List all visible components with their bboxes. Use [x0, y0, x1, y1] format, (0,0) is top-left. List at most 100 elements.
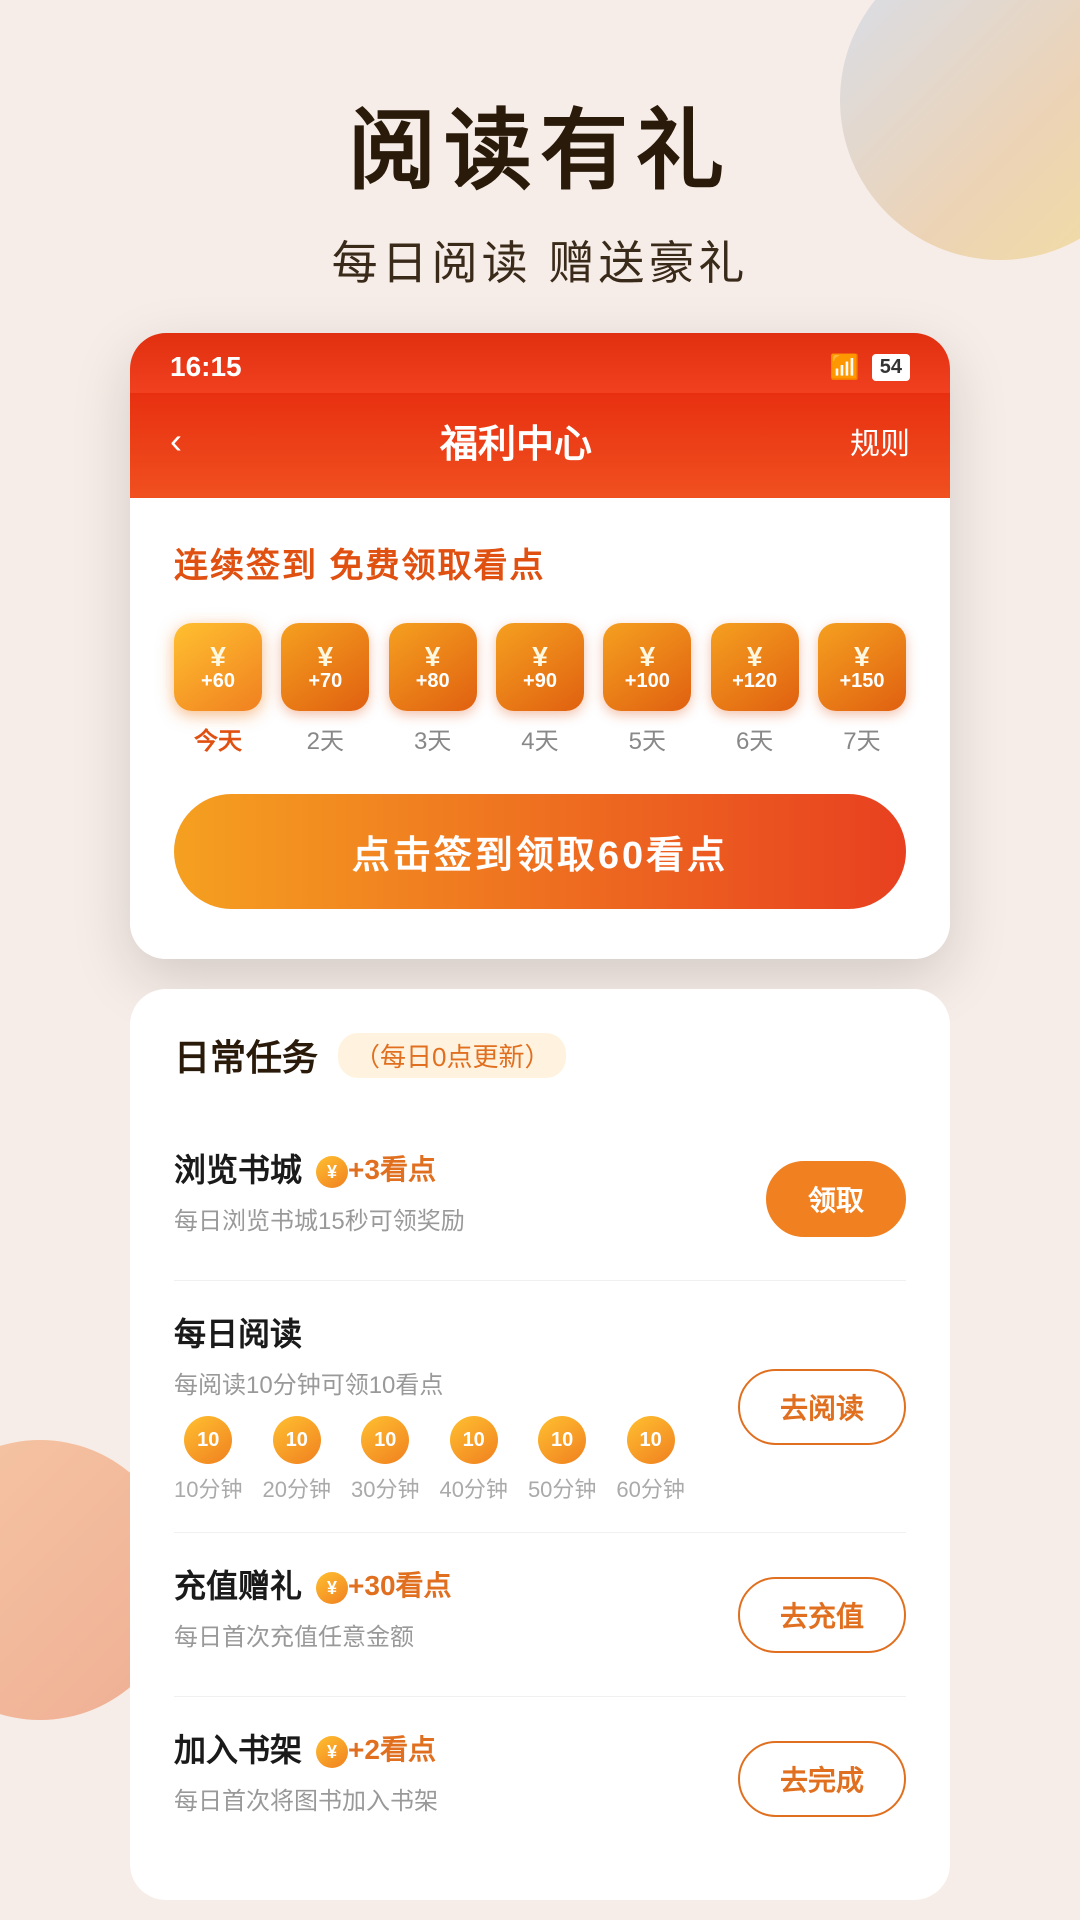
day-label-2: 2天	[307, 721, 344, 756]
task-name-row-4: 加入书架 ¥+2看点	[174, 1725, 738, 1771]
coin-amount-2: +70	[308, 671, 342, 691]
task-name-row-3: 充值赠礼¥+30看点	[174, 1561, 738, 1607]
task-name-2: 每日阅读	[174, 1309, 302, 1355]
progress-label-4: 40分钟	[439, 1472, 507, 1504]
task-desc-3: 每日首次充值任意金额	[174, 1617, 738, 1652]
task-action-btn-1[interactable]: 领取	[766, 1161, 906, 1237]
day-btn-2[interactable]: ¥+70 2天	[281, 623, 369, 756]
status-time: 16:15	[170, 351, 242, 383]
mini-coin-6: 10	[627, 1416, 675, 1464]
back-button[interactable]: ‹	[170, 420, 182, 462]
day-btn-7[interactable]: ¥+150 7天	[818, 623, 906, 756]
day-btn-6[interactable]: ¥+120 6天	[711, 623, 799, 756]
nav-bar: ‹ 福利中心 规则	[130, 393, 950, 498]
progress-item-3: 10 30分钟	[351, 1416, 419, 1504]
mini-coin-2: 10	[273, 1416, 321, 1464]
checkin-button[interactable]: 点击签到领取60看点	[174, 794, 906, 909]
yen-icon-5: ¥	[640, 643, 656, 671]
task-points-4: ¥+2看点	[316, 1728, 436, 1768]
progress-item-4: 10 40分钟	[439, 1416, 507, 1504]
progress-label-6: 60分钟	[616, 1472, 684, 1504]
day-btn-5[interactable]: ¥+100 5天	[603, 623, 691, 756]
day-label-1: 今天	[194, 721, 242, 756]
progress-label-1: 10分钟	[174, 1472, 242, 1504]
day-buttons-row: ¥+60今天¥+702天¥+803天¥+904天¥+1005天¥+1206天¥+…	[174, 623, 906, 756]
day-label-3: 3天	[414, 721, 451, 756]
task-points-1: ¥+3看点	[316, 1148, 436, 1188]
mini-coin-3: 10	[361, 1416, 409, 1464]
mini-coin-1: 10	[184, 1416, 232, 1464]
day-btn-3[interactable]: ¥+80 3天	[389, 623, 477, 756]
day-label-7: 7天	[843, 721, 880, 756]
phone-card: 16:15 📶 54 ‹ 福利中心 规则 连续签到 免费领取看点 ¥+60今天¥…	[130, 333, 950, 959]
progress-item-6: 10 60分钟	[616, 1416, 684, 1504]
task-info-3: 充值赠礼¥+30看点每日首次充值任意金额	[174, 1561, 738, 1668]
task-name-1: 浏览书城	[174, 1145, 302, 1191]
task-info-2: 每日阅读每阅读10分钟可领10看点 10 10分钟 10 20分钟 10 30分钟 10 40分…	[174, 1309, 738, 1504]
yen-icon-7: ¥	[854, 643, 870, 671]
progress-label-2: 20分钟	[262, 1472, 330, 1504]
coin-circle-day-3: ¥+80	[389, 623, 477, 711]
task-item-3: 充值赠礼¥+30看点每日首次充值任意金额去充值	[174, 1533, 906, 1697]
hero-title: 阅读有礼	[60, 80, 1020, 207]
mini-coin-5: 10	[538, 1416, 586, 1464]
task-info-1: 浏览书城¥+3看点每日浏览书城15秒可领奖励	[174, 1145, 766, 1252]
task-item-4: 加入书架 ¥+2看点每日首次将图书加入书架去完成	[174, 1697, 906, 1860]
progress-label-3: 30分钟	[351, 1472, 419, 1504]
tasks-update: （每日0点更新）	[338, 1033, 566, 1078]
coin-amount-3: +80	[416, 671, 450, 691]
day-label-5: 5天	[629, 721, 666, 756]
hero-subtitle: 每日阅读 赠送豪礼	[60, 227, 1020, 293]
day-label-6: 6天	[736, 721, 773, 756]
day-label-4: 4天	[521, 721, 558, 756]
tasks-header: 日常任务 （每日0点更新）	[174, 1029, 906, 1081]
yen-icon-2: ¥	[318, 643, 334, 671]
mini-coin-4: 10	[450, 1416, 498, 1464]
coin-circle-day-5: ¥+100	[603, 623, 691, 711]
coin-circle-day-1: ¥+60	[174, 623, 262, 711]
tasks-section: 日常任务 （每日0点更新） 浏览书城¥+3看点每日浏览书城15秒可领奖励领取每日…	[130, 989, 950, 1900]
coin-amount-5: +100	[625, 671, 670, 691]
signin-title: 连续签到 免费领取看点	[174, 538, 906, 587]
nav-rules-button[interactable]: 规则	[850, 419, 910, 463]
yen-icon-6: ¥	[747, 643, 763, 671]
reading-progress-2: 10 10分钟 10 20分钟 10 30分钟 10 40分钟 10 50分钟 10 60分钟	[174, 1416, 738, 1504]
coin-circle-day-4: ¥+90	[496, 623, 584, 711]
hero-section: 阅读有礼 每日阅读 赠送豪礼	[0, 0, 1080, 333]
task-name-3: 充值赠礼	[174, 1561, 302, 1607]
task-action-btn-3[interactable]: 去充值	[738, 1577, 906, 1653]
yen-icon-3: ¥	[425, 643, 441, 671]
status-right: 📶 54	[830, 353, 910, 382]
task-item-2: 每日阅读每阅读10分钟可领10看点 10 10分钟 10 20分钟 10 30分钟 10 40分…	[174, 1281, 906, 1533]
coin-circle-day-2: ¥+70	[281, 623, 369, 711]
coin-amount-4: +90	[523, 671, 557, 691]
nav-title: 福利中心	[440, 413, 592, 468]
yen-icon-1: ¥	[210, 643, 226, 671]
yen-icon-4: ¥	[532, 643, 548, 671]
tasks-title: 日常任务	[174, 1029, 318, 1081]
task-action-btn-2[interactable]: 去阅读	[738, 1369, 906, 1445]
coin-circle-day-6: ¥+120	[711, 623, 799, 711]
progress-item-2: 10 20分钟	[262, 1416, 330, 1504]
task-name-row-2: 每日阅读	[174, 1309, 738, 1355]
task-name-row-1: 浏览书城 ¥+3看点	[174, 1145, 766, 1191]
progress-item-1: 10 10分钟	[174, 1416, 242, 1504]
coin-amount-1: +60	[201, 671, 235, 691]
coin-amount-6: +120	[732, 671, 777, 691]
signin-card: 连续签到 免费领取看点 ¥+60今天¥+702天¥+803天¥+904天¥+10…	[130, 498, 950, 959]
day-btn-1[interactable]: ¥+60 今天	[174, 623, 262, 756]
progress-item-5: 10 50分钟	[528, 1416, 596, 1504]
tasks-list: 浏览书城¥+3看点每日浏览书城15秒可领奖励领取每日阅读每阅读10分钟可领10看…	[174, 1117, 906, 1860]
task-item-1: 浏览书城¥+3看点每日浏览书城15秒可领奖励领取	[174, 1117, 906, 1281]
task-action-btn-4[interactable]: 去完成	[738, 1741, 906, 1817]
task-desc-2: 每阅读10分钟可领10看点	[174, 1365, 738, 1400]
status-bar: 16:15 📶 54	[130, 333, 950, 393]
coin-amount-7: +150	[839, 671, 884, 691]
battery-icon: 54	[872, 354, 910, 381]
coin-circle-day-7: ¥+150	[818, 623, 906, 711]
task-desc-4: 每日首次将图书加入书架	[174, 1781, 738, 1816]
wifi-icon: 📶	[830, 353, 860, 382]
task-name-4: 加入书架	[174, 1725, 302, 1771]
progress-label-5: 50分钟	[528, 1472, 596, 1504]
day-btn-4[interactable]: ¥+90 4天	[496, 623, 584, 756]
